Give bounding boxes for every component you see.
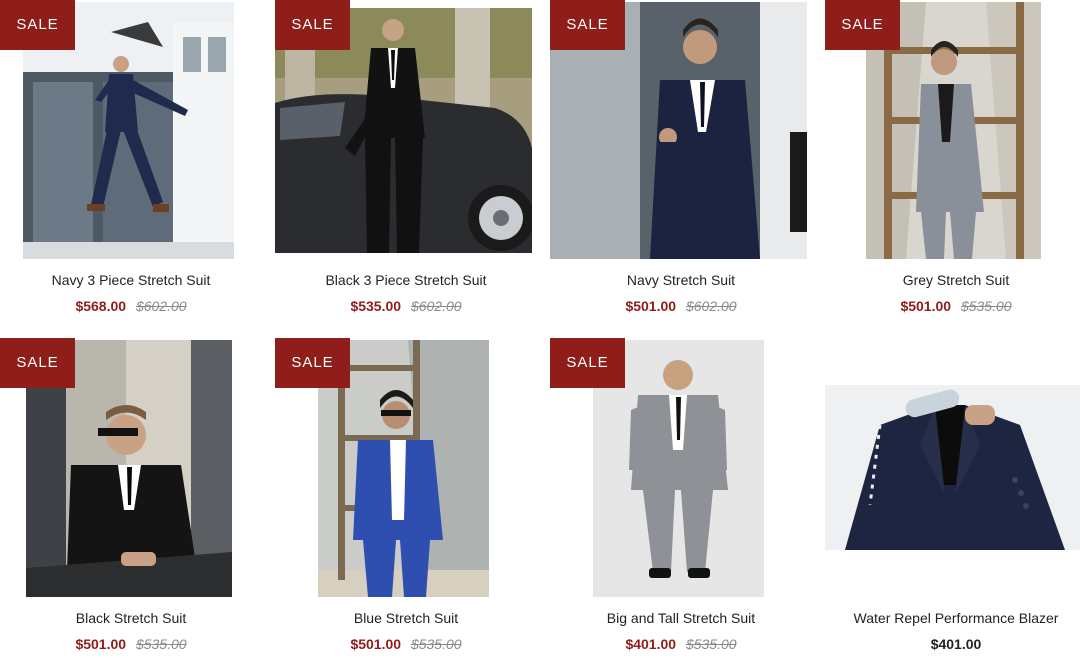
sale-badge: SALE	[275, 0, 350, 50]
product-title[interactable]: Big and Tall Stretch Suit	[550, 610, 812, 626]
product-title[interactable]: Navy 3 Piece Stretch Suit	[0, 272, 262, 288]
product-card[interactable]: SALE Black Stretch Suit $501.00 $535.00	[0, 338, 262, 658]
price-row: $401.00	[825, 636, 1080, 652]
product-image-area[interactable]: SALE	[825, 0, 1080, 262]
product-card[interactable]: SALE Navy Stretch Suit $501.00 $602.00	[550, 0, 812, 320]
sale-badge: SALE	[550, 0, 625, 50]
product-title[interactable]: Black Stretch Suit	[0, 610, 262, 626]
price-row: $501.00 $535.00	[825, 298, 1080, 314]
product-photo-art	[825, 385, 1080, 550]
product-card[interactable]: SALE	[0, 0, 262, 320]
sale-price: $501.00	[625, 298, 677, 314]
product-image-area[interactable]: SALE	[0, 338, 262, 600]
product-image-area[interactable]: SALE	[275, 338, 537, 600]
compare-price: $535.00	[685, 636, 737, 652]
sale-badge: SALE	[825, 0, 900, 50]
product-image-area[interactable]: SALE	[275, 0, 537, 262]
product-title[interactable]: Water Repel Performance Blazer	[825, 610, 1080, 626]
compare-price: $602.00	[410, 298, 462, 314]
product-title[interactable]: Navy Stretch Suit	[550, 272, 812, 288]
compare-price: $602.00	[685, 298, 737, 314]
product-photo[interactable]	[825, 385, 1080, 550]
product-card[interactable]: SALE	[275, 338, 537, 658]
product-image-area[interactable]: SALE	[550, 338, 812, 600]
product-title[interactable]: Blue Stretch Suit	[275, 610, 537, 626]
product-image-area[interactable]	[825, 338, 1080, 600]
product-card[interactable]: SALE	[275, 0, 537, 320]
compare-price: $535.00	[960, 298, 1012, 314]
product-card[interactable]: Water Repel Performance Blazer $401.00	[825, 338, 1080, 658]
price-row: $501.00 $602.00	[550, 298, 812, 314]
sale-badge: SALE	[275, 338, 350, 388]
sale-price: $501.00	[350, 636, 402, 652]
product-grid: SALE Navy 3 Piece Stretch Suit $568.00 $…	[0, 0, 1080, 656]
product-card[interactable]: SALE	[825, 0, 1080, 320]
sale-price: $568.00	[75, 298, 127, 314]
product-image-area[interactable]: SALE	[550, 0, 812, 262]
price-row: $401.00 $535.00	[550, 636, 812, 652]
price-row: $501.00 $535.00	[0, 636, 262, 652]
sale-price: $535.00	[350, 298, 402, 314]
sale-badge: SALE	[0, 338, 75, 388]
price-row: $535.00 $602.00	[275, 298, 537, 314]
product-card[interactable]: SALE Big and Tall Stretch Suit $401.00 $…	[550, 338, 812, 658]
sale-price: $401.00	[625, 636, 677, 652]
sale-price: $501.00	[75, 636, 127, 652]
price-row: $501.00 $535.00	[275, 636, 537, 652]
regular-price: $401.00	[930, 636, 982, 652]
compare-price: $535.00	[410, 636, 462, 652]
product-title[interactable]: Grey Stretch Suit	[825, 272, 1080, 288]
sale-badge: SALE	[0, 0, 75, 50]
sale-badge: SALE	[550, 338, 625, 388]
sale-price: $501.00	[900, 298, 952, 314]
price-row: $568.00 $602.00	[0, 298, 262, 314]
product-image-area[interactable]: SALE	[0, 0, 262, 262]
product-title[interactable]: Black 3 Piece Stretch Suit	[275, 272, 537, 288]
compare-price: $535.00	[135, 636, 187, 652]
compare-price: $602.00	[135, 298, 187, 314]
